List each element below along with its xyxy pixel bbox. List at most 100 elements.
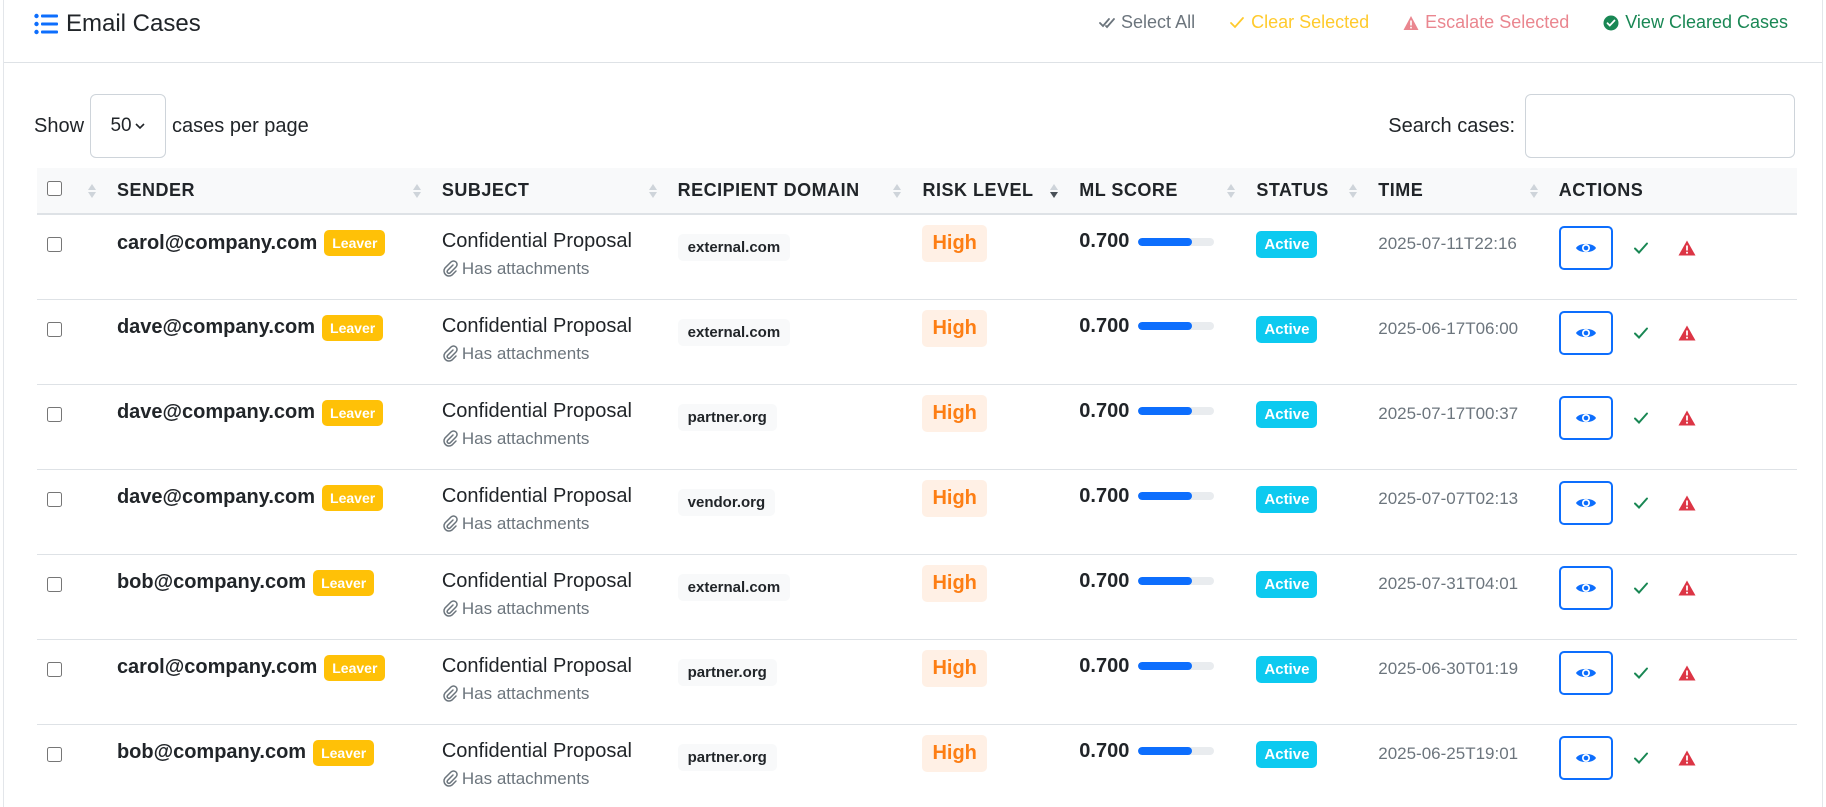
sort-icon (412, 183, 422, 199)
check-icon (1230, 16, 1244, 28)
time-cell: 2025-07-11T22:16 (1378, 234, 1517, 253)
ml-score-cell: 0.700 (1079, 470, 1236, 508)
status-badge: Active (1256, 315, 1318, 343)
eye-icon (1575, 668, 1596, 677)
clear-button[interactable] (1623, 651, 1659, 695)
ml-score-bar-fill (1138, 322, 1192, 330)
column-header-ml-score[interactable]: ML SCORE (1069, 168, 1246, 214)
column-label: SUBJECT (441, 180, 530, 200)
warning-icon (1678, 410, 1696, 425)
column-header-risk-level[interactable]: RISK LEVEL (912, 168, 1069, 214)
column-header-recipient-domain[interactable]: RECIPIENT DOMAIN (668, 168, 913, 214)
escalate-button[interactable] (1669, 311, 1705, 355)
view-button[interactable] (1558, 565, 1613, 610)
row-checkbox[interactable] (47, 746, 62, 762)
clear-button[interactable] (1623, 566, 1659, 610)
view-button[interactable] (1558, 226, 1613, 270)
sender-email: dave@company.com (116, 401, 316, 423)
check-icon (1633, 752, 1648, 764)
view-button[interactable] (1558, 650, 1613, 695)
column-header-time[interactable]: TIME (1368, 168, 1549, 214)
view-button[interactable] (1558, 310, 1613, 355)
column-label: ML SCORE (1079, 180, 1178, 200)
time-cell: 2025-06-30T01:19 (1378, 658, 1519, 678)
recipient-domain-badge: external.com (677, 234, 791, 261)
select-all-checkbox[interactable] (47, 181, 62, 196)
leaver-badge: Leaver (313, 739, 375, 766)
warning-icon (1403, 15, 1419, 30)
recipient-domain-badge: external.com (677, 573, 791, 601)
row-checkbox[interactable] (47, 237, 62, 252)
column-label: ACTIONS (1558, 180, 1644, 200)
sender-email: bob@company.com (116, 571, 307, 593)
escalate-button[interactable] (1669, 396, 1705, 440)
time-cell: 2025-07-31T04:01 (1378, 573, 1519, 593)
sender-cell: bob@company.com Leaver (117, 725, 422, 766)
column-label: STATUS (1256, 180, 1329, 200)
column-header-status[interactable]: STATUS (1246, 168, 1368, 214)
view-button[interactable] (1558, 735, 1613, 780)
paperclip-icon (443, 684, 458, 702)
table-row: dave@company.com Leaver Confidential Prop… (37, 469, 1797, 554)
search-input[interactable] (1525, 94, 1795, 158)
escalate-button[interactable] (1669, 481, 1705, 525)
escalate-button[interactable] (1669, 566, 1705, 610)
risk-level-badge: High (922, 734, 987, 772)
view-button[interactable] (1558, 480, 1613, 525)
row-checkbox[interactable] (47, 661, 62, 677)
eye-icon (1575, 328, 1596, 337)
ml-score-bar (1138, 747, 1215, 755)
ml-score-value: 0.700 (1079, 399, 1130, 422)
card-header: Email Cases Select All Clear Selected Es… (4, 0, 1822, 63)
subject-cell: Confidential Proposal Has attachments (442, 725, 658, 789)
escalate-selected-button[interactable]: Escalate Selected (1403, 12, 1569, 33)
ml-score-bar-fill (1138, 577, 1192, 585)
clear-button[interactable] (1623, 311, 1659, 355)
status-badge: Active (1256, 231, 1318, 258)
row-checkbox[interactable] (47, 491, 62, 507)
row-checkbox[interactable] (47, 406, 62, 422)
recipient-domain-badge: partner.org (677, 658, 777, 686)
column-header-actions: ACTIONS (1549, 168, 1797, 214)
escalate-button[interactable] (1669, 736, 1705, 780)
ml-score-bar (1138, 322, 1215, 330)
subject-cell: Confidential Proposal Has attachments (442, 555, 658, 619)
row-checkbox[interactable] (47, 576, 62, 592)
ml-score-cell: 0.700 (1079, 385, 1236, 423)
escalate-selected-label: Escalate Selected (1425, 12, 1570, 32)
subject-text: Confidential Proposal (441, 230, 632, 252)
sender-cell: dave@company.com Leaver (117, 385, 422, 426)
sort-icon[interactable] (87, 183, 97, 199)
column-header-subject[interactable]: SUBJECT (432, 168, 668, 214)
leaver-badge: Leaver (322, 484, 384, 511)
status-badge: Active (1256, 400, 1318, 428)
view-button[interactable] (1558, 395, 1613, 440)
ml-score-cell: 0.700 (1079, 640, 1236, 678)
clear-button[interactable] (1623, 481, 1659, 525)
page-size-value: 50 (110, 115, 132, 136)
clear-button[interactable] (1623, 396, 1659, 440)
select-all-button[interactable]: Select All (1099, 12, 1195, 33)
clear-button[interactable] (1623, 226, 1659, 270)
ml-score-bar (1138, 662, 1215, 670)
clear-selected-button[interactable]: Clear Selected (1229, 12, 1369, 33)
page-size-select[interactable]: 50 (90, 94, 167, 158)
row-actions (1558, 300, 1787, 355)
attachment-label: Has attachments (461, 598, 590, 618)
paperclip-icon (443, 429, 458, 447)
column-header-sender[interactable]: SENDER (107, 168, 432, 214)
ml-score-bar (1138, 492, 1215, 500)
view-cleared-cases-button[interactable]: View Cleared Cases (1603, 12, 1788, 33)
row-checkbox[interactable] (47, 321, 62, 337)
check-icon (1633, 412, 1648, 424)
check-icon (1633, 242, 1648, 254)
row-actions (1558, 640, 1787, 695)
row-actions (1558, 215, 1787, 270)
escalate-button[interactable] (1669, 226, 1705, 270)
sender-email: carol@company.com (116, 656, 318, 678)
time-cell: 2025-07-17T00:37 (1378, 403, 1519, 423)
clear-button[interactable] (1623, 736, 1659, 780)
sort-icon (1226, 183, 1236, 199)
ml-score-value: 0.700 (1079, 654, 1130, 677)
escalate-button[interactable] (1669, 651, 1705, 695)
